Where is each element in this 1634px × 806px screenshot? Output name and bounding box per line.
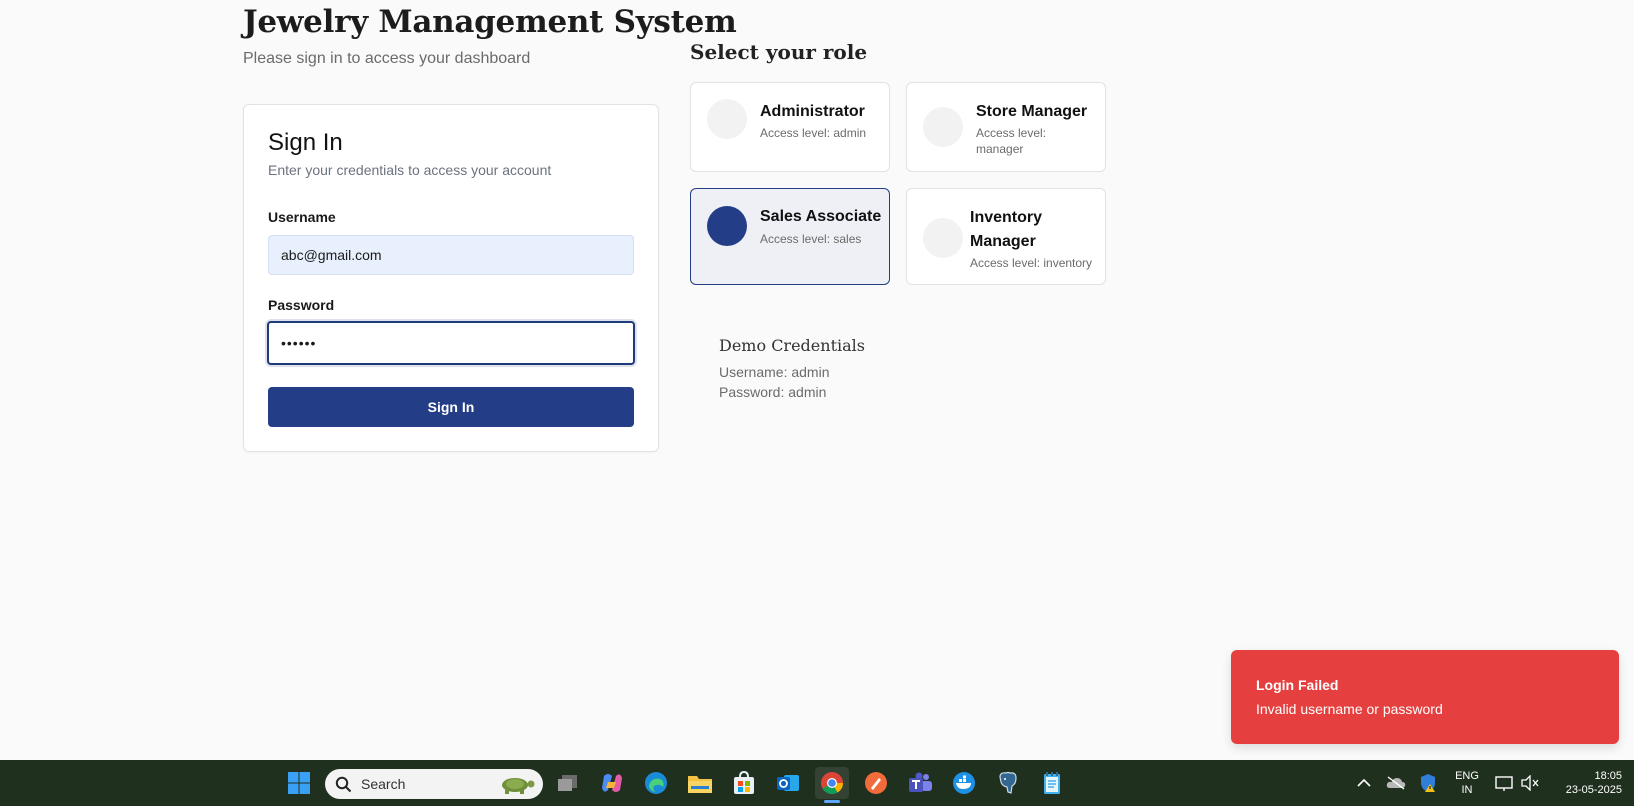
signin-title: Sign In xyxy=(268,129,343,156)
role-access-level: Access level: inventory xyxy=(970,256,1093,270)
role-card-sales-associate[interactable]: Sales Associate Access level: sales xyxy=(690,188,890,285)
password-label: Password xyxy=(268,297,335,313)
demo-password: Password: admin xyxy=(719,384,827,400)
role-name: Sales Associate xyxy=(760,208,882,225)
onedrive-icon[interactable] xyxy=(1379,767,1413,799)
role-name: Store Manager xyxy=(976,103,1088,120)
taskbar: Search ENG IN 18:05 23-05-2025 xyxy=(0,760,1634,806)
signin-card: Sign In Enter your credentials to access… xyxy=(243,104,659,452)
role-name: Administrator xyxy=(760,103,865,120)
role-card-administrator[interactable]: Administrator Access level: admin xyxy=(690,82,890,172)
teams-icon[interactable] xyxy=(903,767,937,799)
copilot-icon[interactable] xyxy=(595,767,629,799)
clock-date: 23-05-2025 xyxy=(1565,784,1622,796)
role-avatar xyxy=(923,218,963,258)
pen-app-icon[interactable] xyxy=(859,767,893,799)
toast-message: Invalid username or password xyxy=(1256,701,1443,717)
speaker-muted-icon[interactable] xyxy=(1513,767,1547,799)
role-access-level: Access level: sales xyxy=(760,232,862,246)
microsoft-store-icon[interactable] xyxy=(727,767,761,799)
windows-start-icon[interactable] xyxy=(282,767,316,799)
role-heading: Select your role xyxy=(690,40,868,64)
role-avatar xyxy=(707,99,747,139)
username-label: Username xyxy=(268,209,336,225)
notepad-icon[interactable] xyxy=(1035,767,1069,799)
docker-icon[interactable] xyxy=(947,767,981,799)
username-input[interactable] xyxy=(268,235,634,275)
app-title: Jewelry Management System xyxy=(243,4,737,40)
role-access-level: Access level: manager xyxy=(976,126,1047,156)
signin-button[interactable]: Sign In xyxy=(268,387,634,427)
role-card-inventory-manager[interactable]: Inventory Manager Access level: inventor… xyxy=(906,188,1106,285)
app-subtitle: Please sign in to access your dashboard xyxy=(243,50,531,67)
toast-title: Login Failed xyxy=(1256,677,1339,693)
login-failed-toast[interactable]: Login Failed Invalid username or passwor… xyxy=(1231,650,1619,744)
signin-description: Enter your credentials to access your ac… xyxy=(268,162,552,178)
security-shield-icon[interactable] xyxy=(1411,767,1445,799)
role-avatar xyxy=(707,206,747,246)
search-icon xyxy=(335,776,352,793)
demo-credentials-title: Demo Credentials xyxy=(719,336,865,355)
task-view-icon[interactable] xyxy=(551,767,585,799)
active-indicator xyxy=(824,800,840,803)
language-indicator[interactable]: ENG IN xyxy=(1452,769,1482,797)
search-label: Search xyxy=(361,776,406,792)
region-code: IN xyxy=(1461,784,1473,796)
chevron-up-icon[interactable] xyxy=(1347,767,1381,799)
taskbar-search[interactable]: Search xyxy=(325,769,543,799)
edge-icon[interactable] xyxy=(639,767,673,799)
postgresql-icon[interactable] xyxy=(991,767,1025,799)
demo-username: Username: admin xyxy=(719,364,830,380)
outlook-icon[interactable] xyxy=(771,767,805,799)
turtle-icon xyxy=(502,778,535,794)
role-card-store-manager[interactable]: Store Manager Access level: manager xyxy=(906,82,1106,172)
clock[interactable]: 18:05 23-05-2025 xyxy=(1548,769,1622,797)
chrome-icon[interactable] xyxy=(815,767,849,803)
role-access-level: Access level: admin xyxy=(760,126,867,140)
password-input[interactable] xyxy=(267,321,635,365)
role-name: Inventory Manager xyxy=(970,209,1043,250)
language-code: ENG xyxy=(1455,770,1479,782)
role-avatar xyxy=(923,107,963,147)
file-explorer-icon[interactable] xyxy=(683,767,717,799)
clock-time: 18:05 xyxy=(1594,770,1622,782)
